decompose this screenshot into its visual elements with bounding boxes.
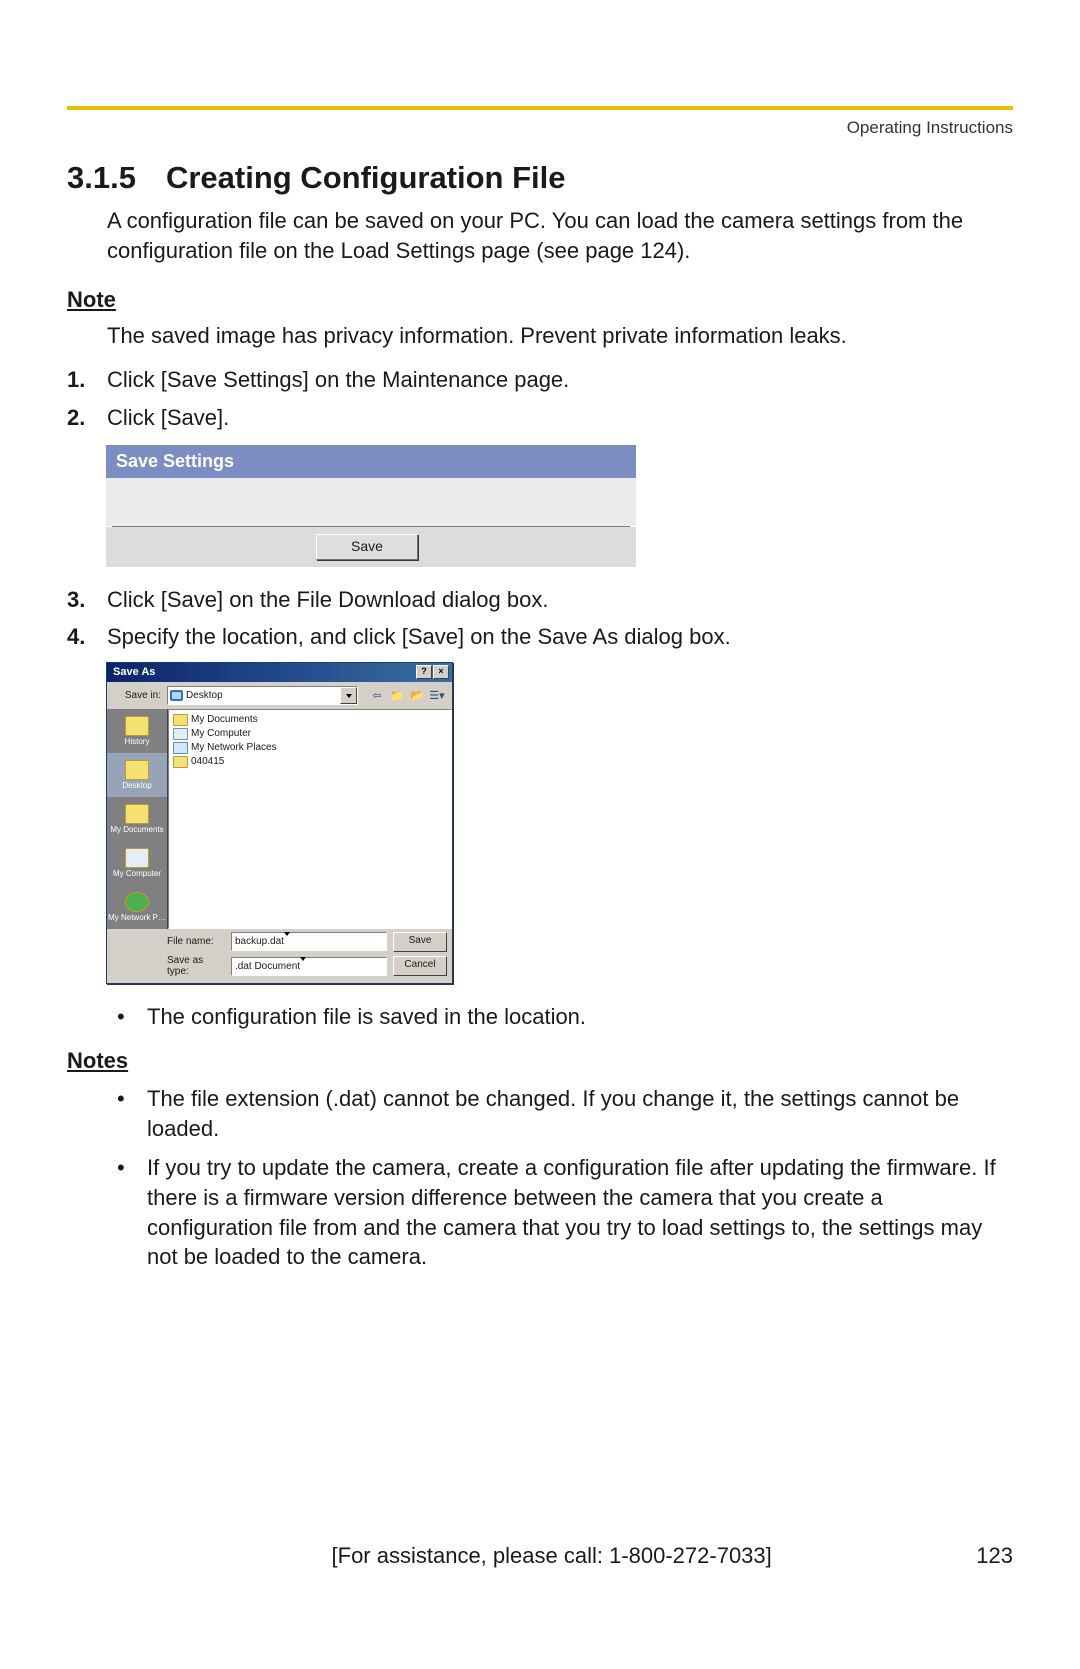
- filename-label: File name:: [167, 936, 225, 947]
- bullet-item: If you try to update the camera, create …: [117, 1153, 1013, 1272]
- place-label: My Documents: [110, 825, 163, 834]
- save-as-dialog: Save As ? × Save in: Desktop ⇦ 📁 📂 ☰▾: [106, 662, 453, 984]
- file-name: My Network Places: [191, 742, 277, 753]
- filename-value: backup.dat: [235, 936, 284, 947]
- list-item[interactable]: My Network Places: [173, 741, 447, 754]
- desktop-icon: [125, 760, 149, 780]
- step-number: 3.: [67, 585, 107, 615]
- bullet-text: The file extension (.dat) cannot be chan…: [147, 1084, 1013, 1143]
- list-item[interactable]: 040415: [173, 755, 447, 768]
- place-mynetwork[interactable]: My Network P…: [107, 885, 167, 929]
- view-menu-icon[interactable]: ☰▾: [428, 687, 446, 704]
- file-name: My Documents: [191, 714, 258, 725]
- toolbar-icons: ⇦ 📁 📂 ☰▾: [368, 687, 446, 704]
- new-folder-icon[interactable]: 📂: [408, 687, 426, 704]
- place-label: My Network P…: [108, 913, 166, 922]
- place-mycomputer[interactable]: My Computer: [107, 841, 167, 885]
- step-number: 2.: [67, 403, 107, 433]
- note-heading: Note: [67, 287, 1013, 313]
- section-title: 3.1.5 Creating Configuration File: [33, 160, 1013, 196]
- places-bar: History Desktop My Documents My Computer…: [107, 709, 168, 929]
- panel-button-row: Save: [106, 527, 636, 567]
- saveastype-label: Save as type:: [167, 955, 225, 977]
- history-icon: [125, 716, 149, 736]
- place-mydocuments[interactable]: My Documents: [107, 797, 167, 841]
- step-item: 2. Click [Save].: [67, 403, 1013, 433]
- chevron-down-icon[interactable]: [300, 957, 306, 972]
- computer-icon: [173, 728, 188, 740]
- step-text: Specify the location, and click [Save] o…: [107, 622, 1013, 652]
- dialog-cancel-button[interactable]: Cancel: [393, 956, 447, 976]
- bullet-item: The configuration file is saved in the l…: [117, 1002, 1013, 1032]
- section-heading: Creating Configuration File: [166, 160, 566, 196]
- step-item: 4. Specify the location, and click [Save…: [67, 622, 1013, 652]
- folder-icon: [125, 804, 149, 824]
- dialog-title: Save As: [113, 666, 155, 678]
- bullet-item: The file extension (.dat) cannot be chan…: [117, 1084, 1013, 1143]
- saveastype-value: .dat Document: [235, 961, 300, 972]
- file-name: 040415: [191, 756, 224, 767]
- notes-heading: Notes: [67, 1048, 1013, 1074]
- desktop-icon: [170, 690, 183, 701]
- save-in-dropdown[interactable]: Desktop: [167, 686, 358, 705]
- file-list[interactable]: My Documents My Computer My Network Plac…: [168, 709, 452, 929]
- chevron-down-icon[interactable]: [340, 687, 357, 704]
- back-icon[interactable]: ⇦: [368, 687, 386, 704]
- save-in-row: Save in: Desktop ⇦ 📁 📂 ☰▾: [107, 682, 452, 709]
- place-label: My Computer: [113, 869, 161, 878]
- panel-titlebar: Save Settings: [106, 445, 636, 478]
- step-text: Click [Save].: [107, 403, 1013, 433]
- folder-icon: [173, 756, 188, 768]
- list-item[interactable]: My Computer: [173, 727, 447, 740]
- header-rule: [67, 106, 1013, 110]
- step-number: 1.: [67, 365, 107, 395]
- close-icon[interactable]: ×: [433, 665, 449, 679]
- help-icon[interactable]: ?: [416, 665, 432, 679]
- dialog-titlebar: Save As ? ×: [107, 663, 452, 682]
- step-text: Click [Save Settings] on the Maintenance…: [107, 365, 1013, 395]
- folder-icon: [173, 714, 188, 726]
- place-history[interactable]: History: [107, 709, 167, 753]
- note-text: The saved image has privacy information.…: [107, 323, 1013, 349]
- list-item[interactable]: My Documents: [173, 713, 447, 726]
- bullet-text: The configuration file is saved in the l…: [147, 1002, 1013, 1032]
- intro-paragraph: A configuration file can be saved on you…: [107, 206, 1013, 265]
- computer-icon: [125, 848, 149, 868]
- place-label: History: [125, 737, 150, 746]
- save-button[interactable]: Save: [316, 534, 418, 560]
- step-item: 1. Click [Save Settings] on the Maintena…: [67, 365, 1013, 395]
- network-icon: [173, 742, 188, 754]
- save-in-value: Desktop: [186, 690, 223, 701]
- file-name: My Computer: [191, 728, 251, 739]
- place-desktop[interactable]: Desktop: [107, 753, 167, 797]
- dialog-save-button[interactable]: Save: [393, 932, 447, 952]
- page-footer: [For assistance, please call: 1-800-272-…: [67, 1543, 1013, 1569]
- step-number: 4.: [67, 622, 107, 652]
- step-item: 3. Click [Save] on the File Download dia…: [67, 585, 1013, 615]
- chevron-down-icon[interactable]: [284, 932, 290, 947]
- page-number: 123: [976, 1543, 1013, 1569]
- section-number: 3.1.5: [67, 160, 136, 196]
- network-icon: [125, 892, 149, 912]
- running-head: Operating Instructions: [67, 118, 1013, 138]
- save-in-label: Save in:: [113, 690, 161, 701]
- panel-body: [106, 478, 636, 526]
- filename-input[interactable]: backup.dat: [231, 932, 387, 951]
- bullet-text: If you try to update the camera, create …: [147, 1153, 1013, 1272]
- save-settings-panel: Save Settings Save: [106, 445, 636, 567]
- saveastype-dropdown[interactable]: .dat Document: [231, 957, 387, 976]
- assistance-text: [For assistance, please call: 1-800-272-…: [127, 1543, 976, 1569]
- step-text: Click [Save] on the File Download dialog…: [107, 585, 1013, 615]
- place-label: Desktop: [122, 781, 151, 790]
- manual-page: Operating Instructions 3.1.5 Creating Co…: [0, 0, 1080, 1669]
- up-icon[interactable]: 📁: [388, 687, 406, 704]
